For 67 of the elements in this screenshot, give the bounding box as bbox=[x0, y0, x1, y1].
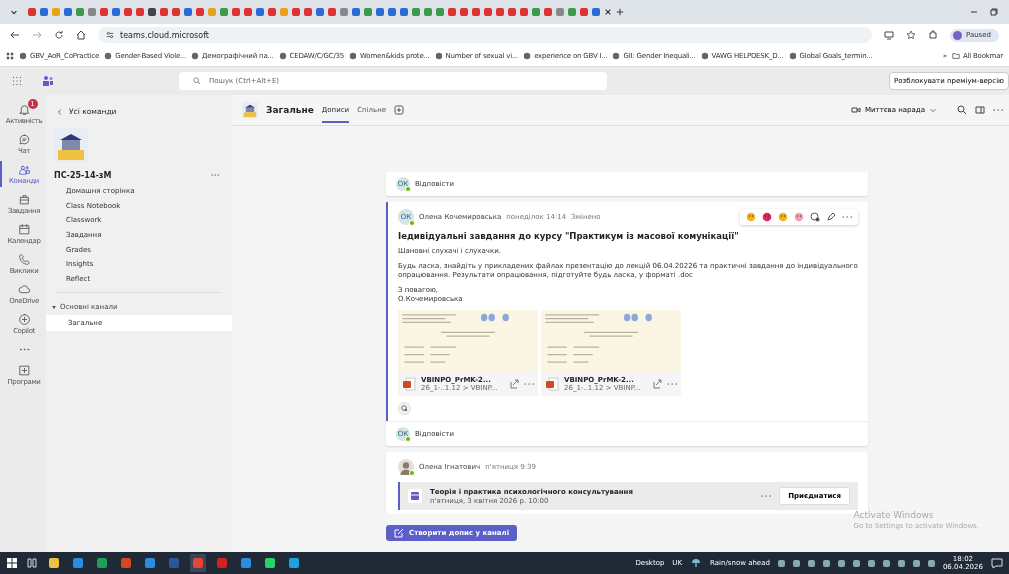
add-tab-icon[interactable] bbox=[394, 105, 405, 115]
weather-icon[interactable] bbox=[690, 557, 703, 569]
chevron-down-icon bbox=[929, 106, 937, 114]
globe-icon bbox=[104, 52, 113, 60]
emoji-icon[interactable] bbox=[778, 212, 788, 222]
team-name: ПС-25-14-зМ bbox=[54, 170, 113, 180]
chevron-left-icon bbox=[56, 107, 64, 116]
caret-icon bbox=[51, 304, 57, 311]
search-icon bbox=[193, 77, 201, 85]
back-arrow-icon[interactable] bbox=[10, 30, 20, 40]
home-icon[interactable] bbox=[76, 30, 86, 40]
address-field[interactable]: teams.cloud.microsoft bbox=[98, 27, 872, 43]
share-icon[interactable] bbox=[509, 379, 519, 389]
teams-logo-icon bbox=[42, 75, 54, 87]
globe-icon bbox=[523, 52, 532, 60]
globe-icon bbox=[349, 52, 358, 60]
emoji-icon[interactable] bbox=[794, 212, 804, 222]
post-title: Іедивідуальні завдання до курсу "Практикум із масової комунікації" bbox=[398, 231, 740, 241]
globe-icon bbox=[191, 52, 200, 60]
person-silhouette-icon bbox=[398, 459, 414, 475]
reload-icon[interactable] bbox=[54, 30, 64, 40]
copilot-icon bbox=[17, 313, 31, 326]
channel-title: Загальне bbox=[266, 105, 314, 115]
app-launcher-icon[interactable] bbox=[12, 76, 22, 86]
dropdown-icon[interactable] bbox=[10, 8, 18, 16]
powerpoint-file-icon bbox=[402, 377, 416, 391]
add-reaction-icon[interactable] bbox=[810, 212, 820, 222]
forward-arrow-icon[interactable] bbox=[32, 30, 42, 40]
globe-icon bbox=[278, 52, 287, 60]
bag-icon bbox=[17, 193, 31, 206]
team-logo-drawing bbox=[242, 102, 258, 118]
globe-icon bbox=[612, 52, 621, 60]
cloud-icon bbox=[17, 283, 31, 296]
video-camera-icon bbox=[851, 105, 862, 115]
globe-icon bbox=[788, 52, 797, 60]
apps-grid-icon[interactable] bbox=[6, 52, 14, 60]
people-icon bbox=[17, 163, 31, 176]
powerpoint-file-icon bbox=[545, 377, 559, 391]
calendar-icon bbox=[17, 223, 31, 236]
folder-icon bbox=[951, 52, 960, 60]
compose-icon bbox=[394, 528, 404, 538]
site-settings-icon[interactable] bbox=[106, 31, 114, 39]
globe-icon bbox=[700, 52, 709, 60]
restore-icon[interactable] bbox=[989, 7, 999, 17]
avatar-icon bbox=[952, 30, 962, 40]
share-icon[interactable] bbox=[652, 379, 662, 389]
star-icon[interactable] bbox=[905, 30, 916, 40]
phone-icon bbox=[17, 253, 31, 266]
globe-icon bbox=[434, 52, 443, 60]
chat-icon bbox=[17, 133, 31, 146]
pencil-icon[interactable] bbox=[826, 212, 836, 222]
start-icon[interactable] bbox=[6, 557, 18, 569]
bell-icon bbox=[17, 103, 31, 116]
plus-box-icon bbox=[17, 364, 31, 377]
emoji-icon[interactable] bbox=[746, 212, 756, 222]
task-view-icon[interactable] bbox=[26, 557, 38, 569]
team-logo-drawing bbox=[54, 128, 88, 162]
install-icon[interactable] bbox=[883, 30, 894, 40]
globe-icon bbox=[19, 52, 27, 60]
search-icon[interactable] bbox=[957, 105, 967, 115]
notification-icon[interactable] bbox=[991, 557, 1003, 569]
close-icon[interactable] bbox=[604, 8, 612, 16]
plus-icon[interactable] bbox=[616, 8, 624, 16]
calendar-icon bbox=[408, 489, 422, 503]
activation-title: Activate Windows bbox=[853, 510, 935, 520]
panel-icon[interactable] bbox=[975, 105, 985, 115]
emoji-icon[interactable] bbox=[762, 212, 772, 222]
